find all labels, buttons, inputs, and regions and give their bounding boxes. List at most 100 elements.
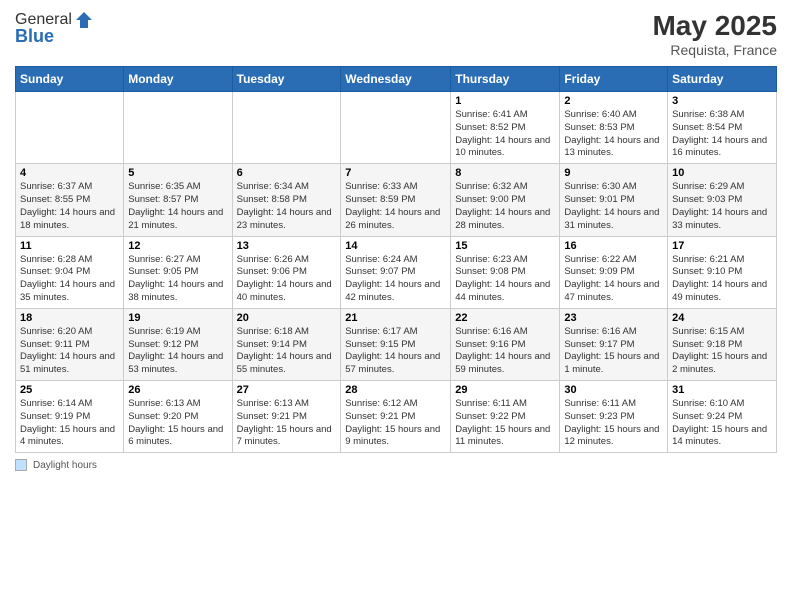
day-info: Sunrise: 6:33 AM Sunset: 8:59 PM Dayligh…	[345, 181, 446, 232]
day-info: Sunrise: 6:26 AM Sunset: 9:06 PM Dayligh…	[237, 254, 337, 305]
day-info: Sunrise: 6:10 AM Sunset: 9:24 PM Dayligh…	[672, 398, 772, 449]
calendar-cell: 21Sunrise: 6:17 AM Sunset: 9:15 PM Dayli…	[341, 308, 451, 380]
day-number: 27	[237, 384, 337, 396]
calendar-cell: 30 Sunrise: 6:11 AM Sunset: 9:23 PM Dayli…	[560, 381, 668, 453]
day-number: 18	[20, 312, 119, 324]
day-number: 23	[564, 312, 663, 324]
calendar-header-monday: Monday	[124, 67, 232, 92]
day-number: 17	[672, 240, 772, 252]
day-info: Sunrise: 6:23 AM Sunset: 9:08 PM Dayligh…	[455, 254, 555, 305]
calendar-cell: 18 Sunrise: 6:20 AM Sunset: 9:11 PM Dayli…	[16, 308, 124, 380]
day-number: 3	[672, 95, 772, 107]
legend-box	[15, 459, 27, 471]
day-number: 11	[20, 240, 119, 252]
calendar-week-2: 4 Sunrise: 6:37 AM Sunset: 8:55 PM Daylig…	[16, 164, 777, 236]
day-info: Sunrise: 6:40 AM Sunset: 8:53 PM Dayligh…	[564, 109, 663, 160]
calendar-cell	[16, 92, 124, 164]
calendar-cell: 24Sunrise: 6:15 AM Sunset: 9:18 PM Dayli…	[668, 308, 777, 380]
day-number: 9	[564, 167, 663, 179]
day-info: Sunrise: 6:16 AM Sunset: 9:16 PM Dayligh…	[455, 326, 555, 377]
title-area: May 2025 Requista, France	[652, 10, 777, 58]
day-info: Sunrise: 6:11 AM Sunset: 9:23 PM Dayligh…	[564, 398, 663, 449]
day-info: Sunrise: 6:11 AM Sunset: 9:22 PM Dayligh…	[455, 398, 555, 449]
calendar-header-tuesday: Tuesday	[232, 67, 341, 92]
calendar-cell: 22Sunrise: 6:16 AM Sunset: 9:16 PM Dayli…	[451, 308, 560, 380]
legend: Daylight hours	[15, 459, 777, 471]
calendar-cell: 9 Sunrise: 6:30 AM Sunset: 9:01 PM Daylig…	[560, 164, 668, 236]
calendar-cell: 7 Sunrise: 6:33 AM Sunset: 8:59 PM Daylig…	[341, 164, 451, 236]
page: General Blue May 2025 Requista, France S…	[0, 0, 792, 612]
calendar-cell: 4 Sunrise: 6:37 AM Sunset: 8:55 PM Daylig…	[16, 164, 124, 236]
calendar-cell	[341, 92, 451, 164]
calendar-cell: 12 Sunrise: 6:27 AM Sunset: 9:05 PM Dayli…	[124, 236, 232, 308]
calendar-header-saturday: Saturday	[668, 67, 777, 92]
calendar-cell: 6Sunrise: 6:34 AM Sunset: 8:58 PM Daylig…	[232, 164, 341, 236]
day-number: 19	[128, 312, 227, 324]
day-info: Sunrise: 6:22 AM Sunset: 9:09 PM Dayligh…	[564, 254, 663, 305]
day-number: 29	[455, 384, 555, 396]
day-info: Sunrise: 6:34 AM Sunset: 8:58 PM Dayligh…	[237, 181, 337, 232]
day-number: 31	[672, 384, 772, 396]
calendar-week-1: 1Sunrise: 6:41 AM Sunset: 8:52 PM Daylig…	[16, 92, 777, 164]
calendar-cell: 17Sunrise: 6:21 AM Sunset: 9:10 PM Dayli…	[668, 236, 777, 308]
day-info: Sunrise: 6:29 AM Sunset: 9:03 PM Dayligh…	[672, 181, 772, 232]
calendar-cell	[232, 92, 341, 164]
calendar-cell: 10Sunrise: 6:29 AM Sunset: 9:03 PM Dayli…	[668, 164, 777, 236]
day-number: 2	[564, 95, 663, 107]
calendar-cell: 3Sunrise: 6:38 AM Sunset: 8:54 PM Daylig…	[668, 92, 777, 164]
legend-label: Daylight hours	[33, 460, 97, 471]
calendar-header-friday: Friday	[560, 67, 668, 92]
day-number: 25	[20, 384, 119, 396]
day-number: 13	[237, 240, 337, 252]
calendar-week-5: 25 Sunrise: 6:14 AM Sunset: 9:19 PM Dayli…	[16, 381, 777, 453]
day-number: 24	[672, 312, 772, 324]
calendar-header-row: SundayMondayTuesdayWednesdayThursdayFrid…	[16, 67, 777, 92]
day-number: 7	[345, 167, 446, 179]
calendar-cell: 27 Sunrise: 6:13 AM Sunset: 9:21 PM Dayli…	[232, 381, 341, 453]
day-number: 26	[128, 384, 227, 396]
calendar: SundayMondayTuesdayWednesdayThursdayFrid…	[15, 66, 777, 453]
calendar-week-3: 11 Sunrise: 6:28 AM Sunset: 9:04 PM Dayli…	[16, 236, 777, 308]
day-number: 20	[237, 312, 337, 324]
day-info: Sunrise: 6:27 AM Sunset: 9:05 PM Dayligh…	[128, 254, 227, 305]
day-info: Sunrise: 6:20 AM Sunset: 9:11 PM Dayligh…	[20, 326, 119, 377]
day-info: Sunrise: 6:13 AM Sunset: 9:21 PM Dayligh…	[237, 398, 337, 449]
calendar-header-thursday: Thursday	[451, 67, 560, 92]
calendar-cell: 2 Sunrise: 6:40 AM Sunset: 8:53 PM Daylig…	[560, 92, 668, 164]
calendar-cell: 28 Sunrise: 6:12 AM Sunset: 9:21 PM Dayli…	[341, 381, 451, 453]
calendar-cell: 5Sunrise: 6:35 AM Sunset: 8:57 PM Daylig…	[124, 164, 232, 236]
calendar-cell: 29 Sunrise: 6:11 AM Sunset: 9:22 PM Dayli…	[451, 381, 560, 453]
logo: General Blue	[15, 10, 94, 47]
day-info: Sunrise: 6:19 AM Sunset: 9:12 PM Dayligh…	[128, 326, 227, 377]
calendar-cell: 20Sunrise: 6:18 AM Sunset: 9:14 PM Dayli…	[232, 308, 341, 380]
day-number: 4	[20, 167, 119, 179]
calendar-cell: 13 Sunrise: 6:26 AM Sunset: 9:06 PM Dayli…	[232, 236, 341, 308]
day-info: Sunrise: 6:35 AM Sunset: 8:57 PM Dayligh…	[128, 181, 227, 232]
day-info: Sunrise: 6:14 AM Sunset: 9:19 PM Dayligh…	[20, 398, 119, 449]
header: General Blue May 2025 Requista, France	[15, 10, 777, 58]
calendar-cell: 23 Sunrise: 6:16 AM Sunset: 9:17 PM Dayli…	[560, 308, 668, 380]
calendar-cell: 8Sunrise: 6:32 AM Sunset: 9:00 PM Daylig…	[451, 164, 560, 236]
day-number: 1	[455, 95, 555, 107]
calendar-cell: 19 Sunrise: 6:19 AM Sunset: 9:12 PM Dayli…	[124, 308, 232, 380]
day-info: Sunrise: 6:30 AM Sunset: 9:01 PM Dayligh…	[564, 181, 663, 232]
day-info: Sunrise: 6:37 AM Sunset: 8:55 PM Dayligh…	[20, 181, 119, 232]
day-info: Sunrise: 6:17 AM Sunset: 9:15 PM Dayligh…	[345, 326, 446, 377]
day-info: Sunrise: 6:13 AM Sunset: 9:20 PM Dayligh…	[128, 398, 227, 449]
calendar-cell: 11 Sunrise: 6:28 AM Sunset: 9:04 PM Dayli…	[16, 236, 124, 308]
calendar-cell: 14Sunrise: 6:24 AM Sunset: 9:07 PM Dayli…	[341, 236, 451, 308]
day-info: Sunrise: 6:16 AM Sunset: 9:17 PM Dayligh…	[564, 326, 663, 377]
day-info: Sunrise: 6:12 AM Sunset: 9:21 PM Dayligh…	[345, 398, 446, 449]
day-number: 28	[345, 384, 446, 396]
day-info: Sunrise: 6:32 AM Sunset: 9:00 PM Dayligh…	[455, 181, 555, 232]
calendar-cell: 31 Sunrise: 6:10 AM Sunset: 9:24 PM Dayli…	[668, 381, 777, 453]
calendar-cell: 25 Sunrise: 6:14 AM Sunset: 9:19 PM Dayli…	[16, 381, 124, 453]
calendar-cell: 26 Sunrise: 6:13 AM Sunset: 9:20 PM Dayli…	[124, 381, 232, 453]
day-number: 14	[345, 240, 446, 252]
calendar-header-sunday: Sunday	[16, 67, 124, 92]
day-info: Sunrise: 6:28 AM Sunset: 9:04 PM Dayligh…	[20, 254, 119, 305]
day-number: 30	[564, 384, 663, 396]
calendar-week-4: 18 Sunrise: 6:20 AM Sunset: 9:11 PM Dayli…	[16, 308, 777, 380]
calendar-cell: 16Sunrise: 6:22 AM Sunset: 9:09 PM Dayli…	[560, 236, 668, 308]
day-number: 12	[128, 240, 227, 252]
